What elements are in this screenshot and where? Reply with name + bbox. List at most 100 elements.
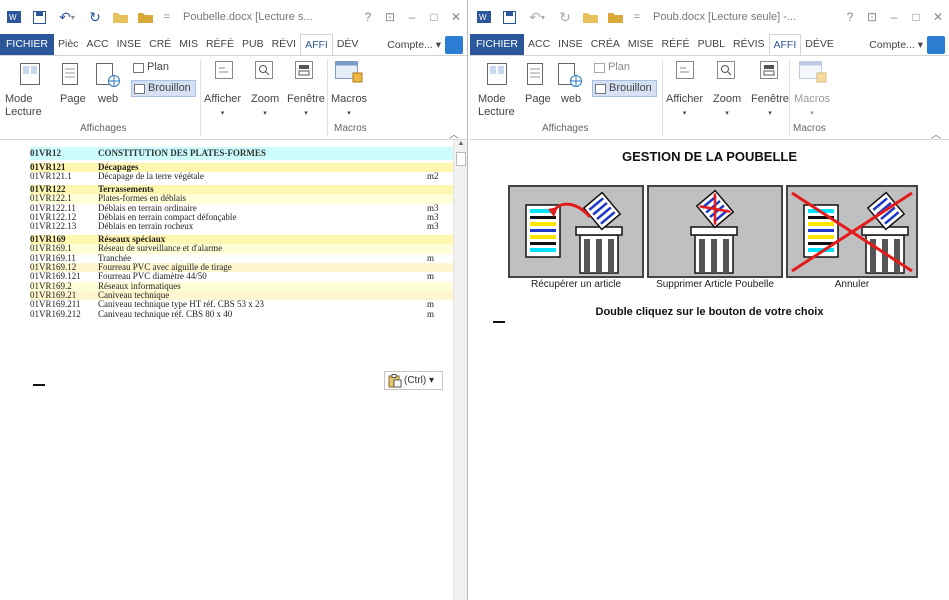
save-icon[interactable] (501, 9, 517, 25)
tab-accueil[interactable]: ACC (524, 34, 554, 55)
avatar[interactable] (445, 35, 463, 54)
tab-fichier[interactable]: FICHIER (0, 34, 54, 55)
show-label: Afficher (666, 93, 704, 105)
scroll-up-arrow-icon[interactable]: ▲ (454, 140, 467, 150)
ribbon: Mode Lecture Page web Plan Brouillon Affi… (470, 55, 949, 141)
document-area[interactable]: GESTION DE LA POUBELLE Récupérer un arti… (470, 140, 949, 600)
window-dropdown-icon: ▾ (304, 110, 308, 117)
table-row: 01VR169.2 Réseaux informatiques (30, 281, 453, 292)
tab-publipostage[interactable]: PUB (238, 34, 268, 55)
print-layout-button[interactable]: Page (60, 93, 86, 106)
account-menu[interactable]: Compte... ▾ (387, 39, 445, 51)
draft-button[interactable]: Brouillon (131, 80, 196, 97)
save-icon[interactable] (31, 9, 47, 25)
recover-article-label: Récupérer un article (530, 279, 622, 290)
print-layout-button[interactable]: Page (525, 93, 551, 106)
collapse-ribbon-icon[interactable]: ︿ (931, 126, 941, 141)
show-button[interactable]: Afficher ▾ (204, 93, 241, 120)
window-icon (760, 61, 778, 82)
tab-affichage[interactable]: AFFI (768, 34, 802, 55)
account-menu[interactable]: Compte... ▾ (869, 39, 927, 51)
word-icon[interactable]: W (6, 9, 22, 25)
table-row: 01VR122.12 Déblais en terrain compact déf… (30, 212, 453, 222)
tab-publipostage[interactable]: PUBL (694, 34, 729, 55)
minimize-button[interactable]: – (401, 10, 423, 24)
tab-mise-en-page[interactable]: MIS (175, 34, 202, 55)
vertical-scrollbar[interactable]: ▲ (453, 140, 467, 600)
tab-revision[interactable]: RÉVI (268, 34, 301, 55)
web-layout-button[interactable]: web (98, 93, 118, 106)
tab-insertion[interactable]: INSE (554, 34, 587, 55)
macros-button[interactable]: Macros ▾ (331, 93, 367, 120)
show-icon (676, 61, 694, 82)
window-button[interactable]: Fenêtre ▾ (751, 93, 789, 120)
table-row: 01VR169.12 Fourreau PVC avec aiguille de … (30, 262, 453, 273)
collapse-ribbon-icon[interactable]: ︿ (449, 126, 459, 141)
minimize-button[interactable]: – (883, 10, 905, 24)
tab-fichier[interactable]: FICHIER (470, 34, 524, 55)
word-icon[interactable]: W (476, 9, 492, 25)
right-word-window: W ↶ ▾ ↻ = Poub.docx [Lecture seule] -... … (470, 0, 949, 600)
ribbon-display-icon[interactable]: ⊡ (379, 10, 401, 24)
macros-button[interactable]: Macros ▾ (794, 93, 830, 120)
tab-references[interactable]: RÉFÉ (202, 34, 238, 55)
open-folder-icon[interactable] (582, 9, 598, 25)
tab-creation[interactable]: CRÉ (145, 34, 175, 55)
tab-insertion[interactable]: INSE (113, 34, 146, 55)
item-unit: m (427, 252, 435, 263)
read-mode-label-2: Lecture (478, 106, 515, 118)
tab-accueil[interactable]: ACC (82, 34, 112, 55)
zoom-icon (255, 61, 273, 82)
open-folder-icon[interactable] (112, 9, 128, 25)
table-row: 01VR169.212 Caniveau technique réf. CBS 8… (30, 309, 453, 319)
close-button[interactable]: ✕ (927, 10, 949, 24)
outline-button[interactable]: Plan (594, 61, 630, 74)
undo-icon[interactable]: ↶ ▾ (526, 9, 548, 25)
document-area[interactable]: 01VR12 CONSTITUTION DES PLATES-FORMES 01VR… (0, 140, 467, 600)
group-separator (200, 60, 201, 136)
tab-creation[interactable]: CRÉA (587, 34, 624, 55)
help-button[interactable]: ? (839, 10, 861, 24)
read-mode-button[interactable]: Mode Lecture (5, 93, 42, 119)
new-folder-icon[interactable] (607, 9, 623, 25)
tab-pieces[interactable]: Pièc (54, 34, 82, 55)
scrollbar-thumb[interactable] (456, 152, 466, 166)
macros-dropdown-icon: ▾ (347, 110, 351, 117)
avatar[interactable] (927, 35, 945, 54)
close-button[interactable]: ✕ (445, 10, 467, 24)
zoom-button[interactable]: Zoom ▾ (713, 93, 741, 120)
ribbon-display-icon[interactable]: ⊡ (861, 10, 883, 24)
zoom-button[interactable]: Zoom ▾ (251, 93, 279, 120)
web-layout-button[interactable]: web (561, 93, 581, 106)
delete-article-icon (690, 189, 738, 274)
ribbon: Mode Lecture Page web Plan Brouillon Affi… (0, 55, 467, 141)
redo-icon[interactable]: ↻ (87, 9, 103, 25)
customize-qat-icon[interactable]: = (162, 9, 172, 25)
tab-developpeur[interactable]: DÉV (333, 34, 363, 55)
undo-icon[interactable]: ↶ ▾ (56, 9, 78, 25)
tab-references[interactable]: RÉFÉ (658, 34, 694, 55)
paste-options-button[interactable]: (Ctrl) ▾ (384, 371, 443, 390)
tab-developpeur[interactable]: DÉVE (801, 34, 838, 55)
window-button[interactable]: Fenêtre ▾ (287, 93, 325, 120)
table-row: 01VR122.1 Plates-formes en déblais (30, 193, 453, 204)
maximize-button[interactable]: □ (905, 10, 927, 24)
tab-revision[interactable]: RÉVIS (729, 34, 769, 55)
draft-icon (595, 83, 606, 94)
read-mode-button[interactable]: Mode Lecture (478, 93, 515, 119)
new-folder-icon[interactable] (137, 9, 153, 25)
outline-button[interactable]: Plan (133, 61, 169, 74)
show-button[interactable]: Afficher ▾ (666, 93, 703, 120)
maximize-button[interactable]: □ (423, 10, 445, 24)
help-button[interactable]: ? (357, 10, 379, 24)
customize-qat-icon[interactable]: = (632, 9, 642, 25)
table-row: 01VR169 Réseaux spéciaux (30, 234, 453, 245)
tab-mise-en-page[interactable]: MISE (624, 34, 658, 55)
delete-article-button[interactable] (647, 185, 783, 278)
redo-icon[interactable]: ↻ (557, 9, 573, 25)
cancel-button[interactable] (786, 185, 918, 278)
item-description: CONSTITUTION DES PLATES-FORMES (98, 148, 266, 158)
draft-button[interactable]: Brouillon (592, 80, 657, 97)
tab-affichage[interactable]: AFFI (300, 34, 333, 55)
recover-article-button[interactable] (508, 185, 644, 278)
